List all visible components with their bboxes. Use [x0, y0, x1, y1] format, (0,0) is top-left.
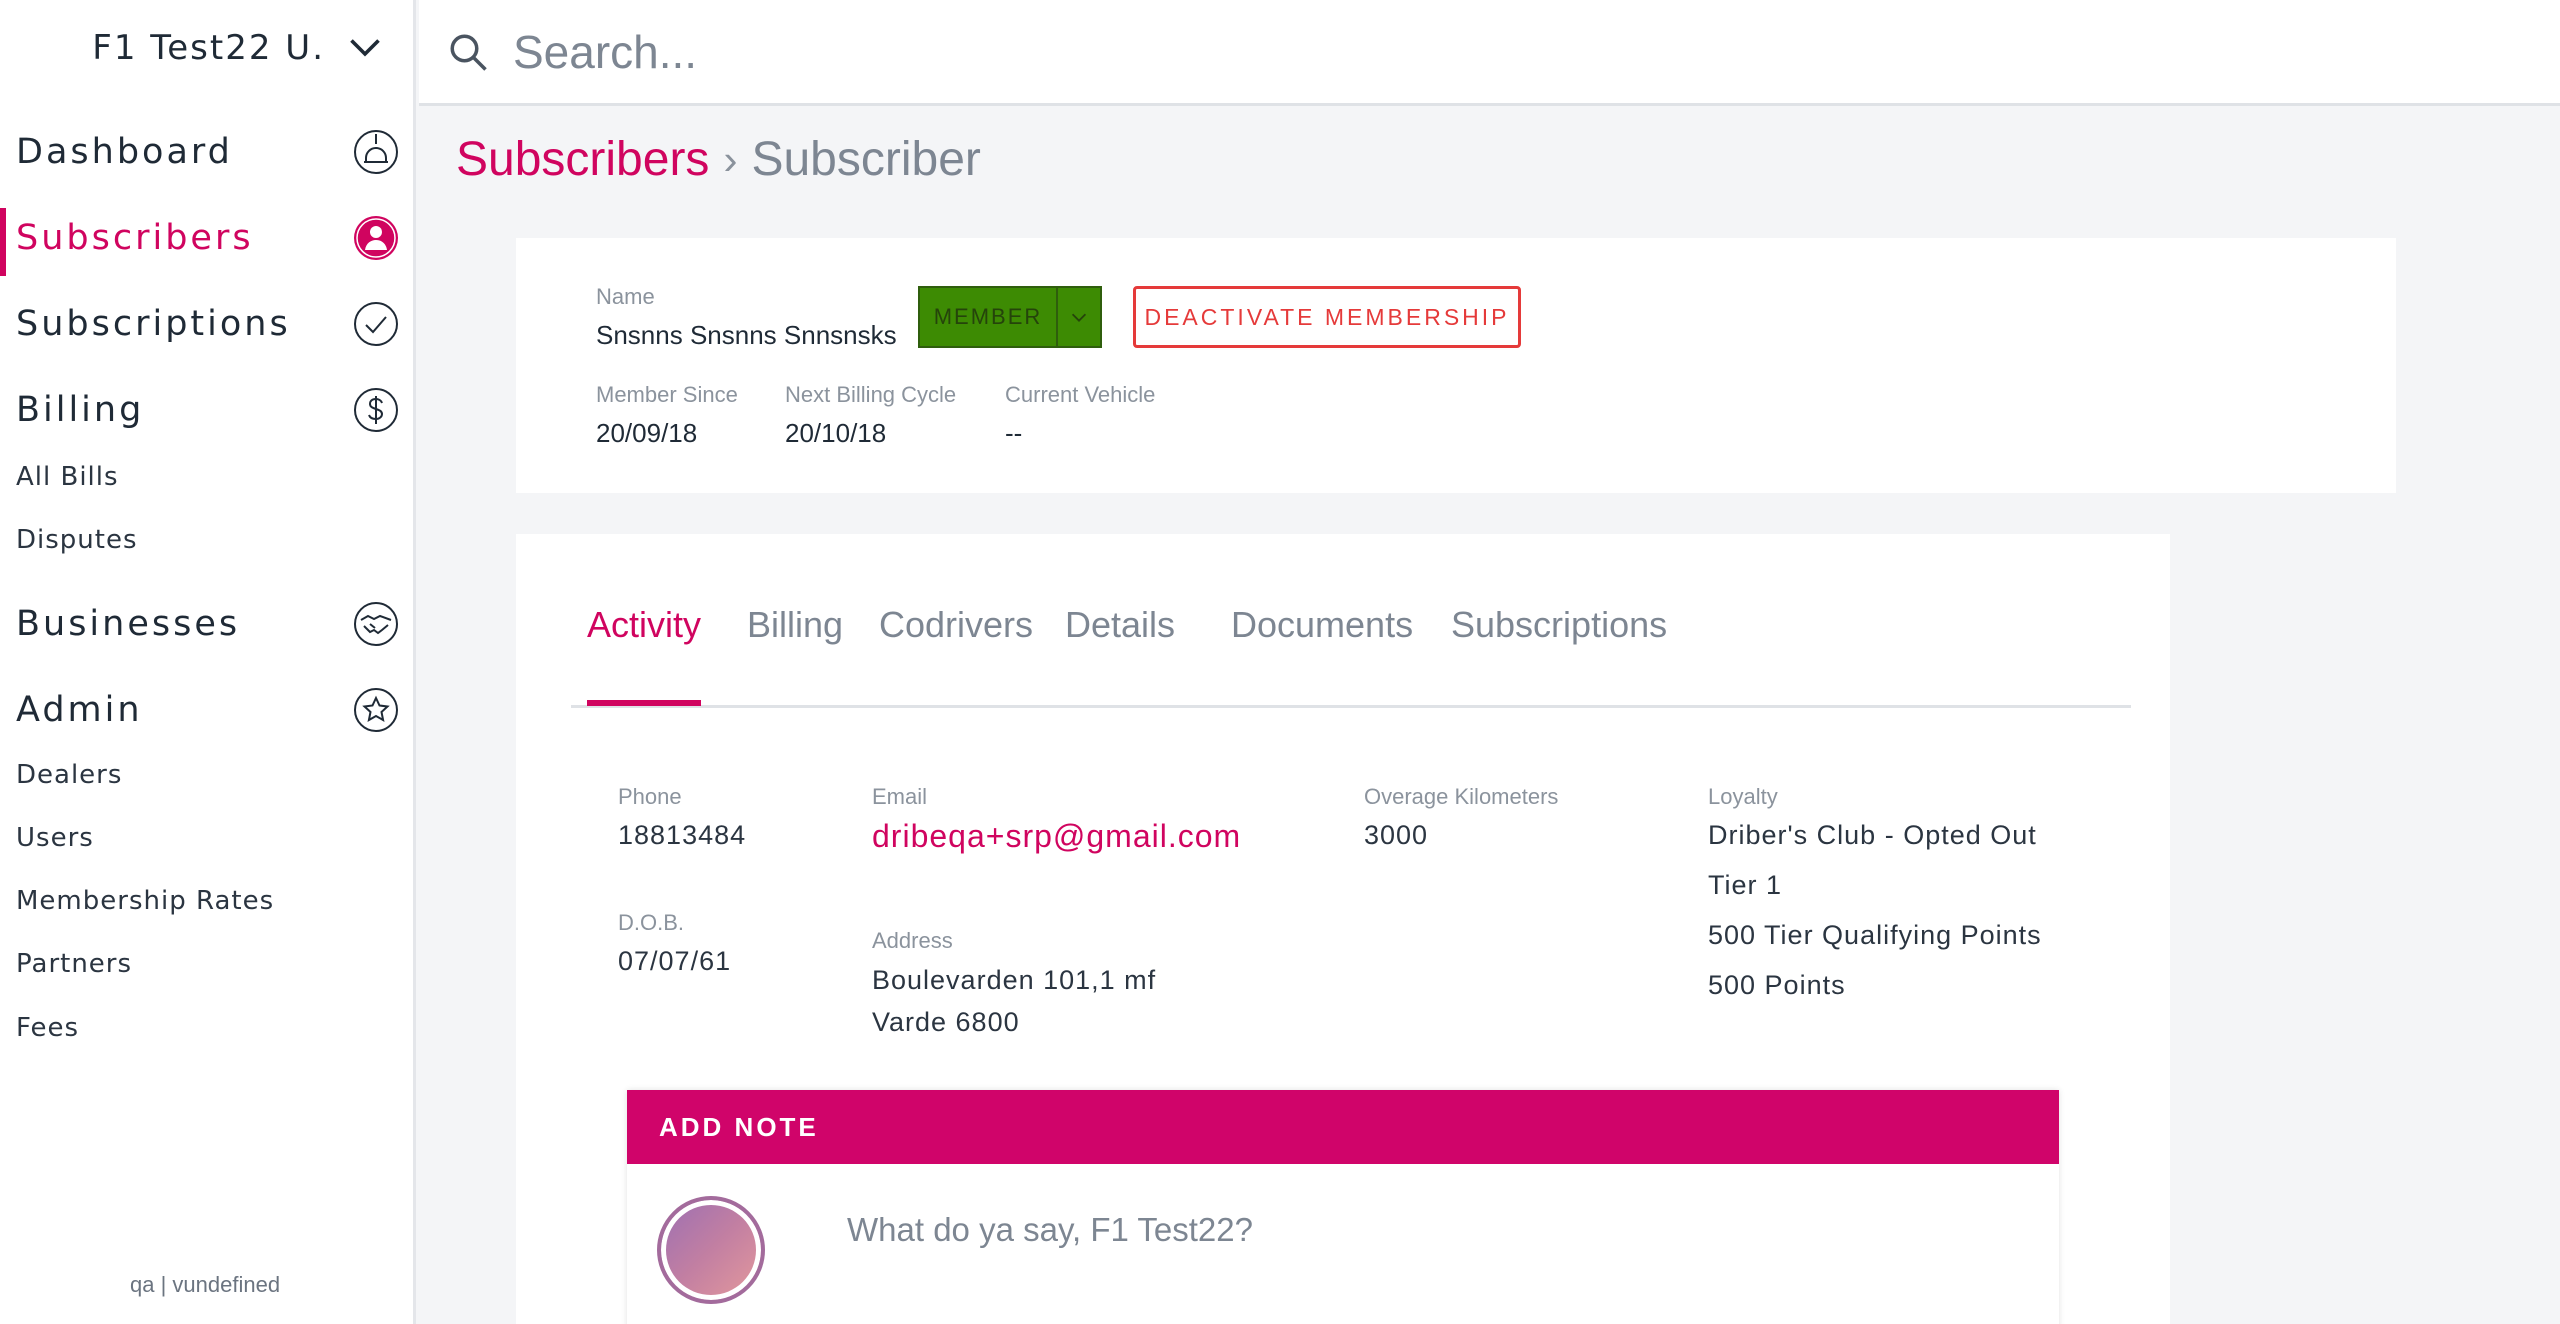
top-search-bar [419, 0, 2560, 106]
address-label: Address [872, 928, 953, 953]
name-label: Name [596, 284, 655, 309]
subscriber-header-card: Name Snsnns Snsnns Snnsnsks MEMBER DEACT… [516, 238, 2396, 493]
loyalty-label: Loyalty [1708, 784, 1778, 809]
breadcrumb: Subscribers › Subscriber [456, 132, 981, 187]
sidebar-item-admin[interactable]: Admin [0, 680, 416, 740]
sidebar-item-label: Dashboard [16, 132, 233, 172]
sidebar-subitem-dealers[interactable]: Dealers [16, 760, 122, 790]
note-input[interactable] [847, 1200, 2027, 1260]
member-since-value: 20/09/18 [596, 418, 698, 448]
phone-label: Phone [618, 784, 682, 809]
add-note-header: ADD NOTE [627, 1090, 2059, 1164]
star-icon [354, 688, 398, 732]
sidebar-item-subscribers[interactable]: Subscribers [0, 208, 416, 276]
tab-details[interactable]: Details [1065, 604, 1175, 708]
search-icon [450, 34, 487, 71]
address-line-2: Varde 6800 [872, 1007, 1020, 1037]
phone-value: 18813484 [618, 820, 747, 850]
sidebar-item-label: Businesses [16, 604, 241, 644]
sidebar-subitem-users[interactable]: Users [16, 823, 94, 853]
add-note-panel: ADD NOTE [627, 1090, 2059, 1324]
subscriber-detail-card: Activity Billing Codrivers Details Docum… [516, 534, 2170, 1324]
sidebar-item-subscriptions[interactable]: Subscriptions [0, 294, 416, 354]
check-circle-icon [354, 302, 398, 346]
account-switcher[interactable]: F1 Test22 U. [92, 28, 383, 68]
sidebar: F1 Test22 U. Dashboard Subscribers Subsc… [0, 0, 416, 1324]
overage-km-label: Overage Kilometers [1364, 784, 1559, 809]
sidebar-subitem-all-bills[interactable]: All Bills [16, 462, 119, 492]
loyalty-tier-points: 500 Tier Qualifying Points [1708, 920, 2042, 950]
sidebar-item-label: Billing [16, 390, 145, 430]
deactivate-membership-button[interactable]: DEACTIVATE MEMBERSHIP [1133, 286, 1521, 348]
current-vehicle-value: -- [1005, 418, 1023, 448]
tab-activity[interactable]: Activity [587, 604, 702, 708]
membership-status-dropdown[interactable]: MEMBER [918, 286, 1102, 348]
dob-value: 07/07/61 [618, 946, 732, 976]
sidebar-item-billing[interactable]: Billing [0, 380, 416, 440]
sidebar-item-businesses[interactable]: Businesses [0, 594, 416, 654]
breadcrumb-separator-icon: › [723, 135, 738, 183]
tab-bar: Activity Billing Codrivers Details Docum… [571, 604, 2131, 708]
environment-version: qa | vundefined [130, 1272, 281, 1297]
breadcrumb-current: Subscriber [751, 133, 981, 186]
next-billing-value: 20/10/18 [785, 418, 887, 448]
email-link[interactable]: dribeqa+srp@gmail.com [872, 818, 1241, 855]
overage-km-value: 3000 [1364, 820, 1429, 850]
sidebar-subitem-membership-rates[interactable]: Membership Rates [16, 886, 274, 916]
sidebar-subitem-fees[interactable]: Fees [16, 1013, 79, 1043]
chevron-down-icon [350, 39, 380, 57]
tab-billing[interactable]: Billing [747, 604, 843, 708]
search-input[interactable] [513, 24, 2113, 79]
current-vehicle-label: Current Vehicle [1005, 382, 1156, 407]
sidebar-item-label: Admin [16, 690, 143, 730]
tab-documents[interactable]: Documents [1231, 604, 1413, 708]
chevron-down-icon[interactable] [1056, 288, 1100, 346]
sidebar-item-dashboard[interactable]: Dashboard [0, 122, 416, 182]
account-name: F1 Test22 U. [92, 28, 325, 68]
email-label: Email [872, 784, 928, 809]
member-since-label: Member Since [596, 382, 738, 407]
avatar [657, 1196, 765, 1304]
tab-subscriptions[interactable]: Subscriptions [1451, 604, 1667, 708]
user-icon [354, 216, 398, 260]
sidebar-subitem-disputes[interactable]: Disputes [16, 525, 138, 555]
dashboard-icon [354, 130, 398, 174]
handshake-icon [354, 602, 398, 646]
tab-codrivers[interactable]: Codrivers [879, 604, 1033, 708]
subscriber-name: Snsnns Snsnns Snnsnsks [596, 320, 897, 350]
address-line-1: Boulevarden 101,1 mf [872, 965, 1157, 995]
loyalty-points: 500 Points [1708, 970, 1846, 1000]
breadcrumb-subscribers-link[interactable]: Subscribers [456, 132, 709, 187]
loyalty-club-status: Driber's Club - Opted Out [1708, 820, 2037, 850]
dollar-icon [354, 388, 398, 432]
next-billing-label: Next Billing Cycle [785, 382, 957, 407]
dob-label: D.O.B. [618, 910, 685, 935]
sidebar-item-label: Subscribers [16, 218, 254, 258]
loyalty-tier: Tier 1 [1708, 870, 1783, 900]
sidebar-subitem-partners[interactable]: Partners [16, 949, 132, 979]
sidebar-item-label: Subscriptions [16, 304, 291, 344]
member-status-label: MEMBER [933, 304, 1043, 329]
